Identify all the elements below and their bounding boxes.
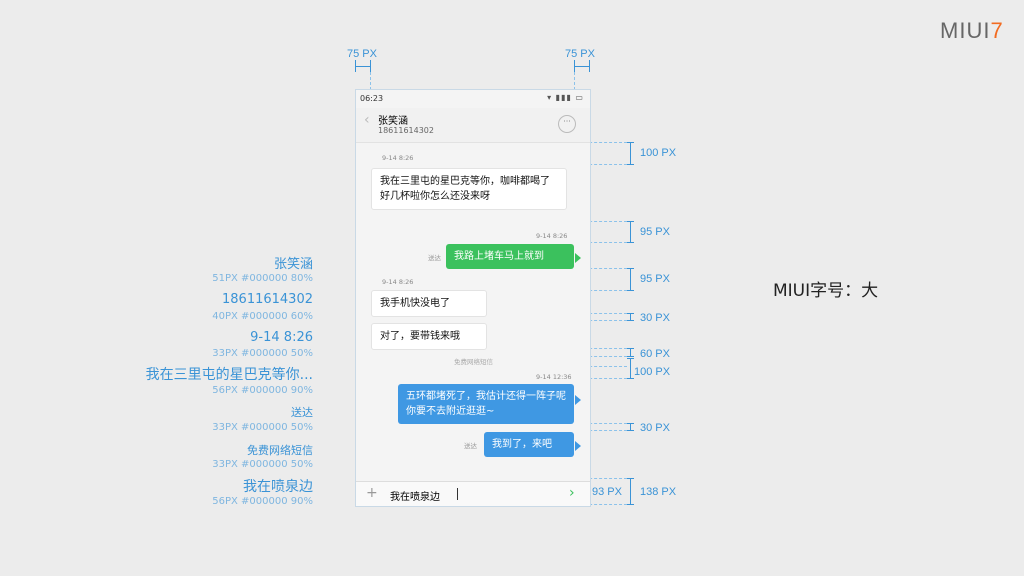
right-margin-line	[574, 66, 590, 67]
timestamp-3: 9-14 8:26	[382, 278, 414, 286]
message-outgoing-1[interactable]: 我路上堵车马上就到	[446, 244, 574, 269]
bubble-tail-blue-2	[575, 441, 581, 451]
back-arrow-icon[interactable]: ‹	[364, 112, 370, 128]
spec-desc-message: 56PX #000000 90%	[212, 385, 313, 396]
bracket-7	[630, 423, 631, 430]
spec-desc-input: 56PX #000000 90%	[212, 496, 313, 507]
bracket-2-top	[627, 221, 634, 222]
phone-screen: 06:23 ▾ ▮▮▮ ▭ ‹ 张笑涵 18611614302 ··· 9-14…	[355, 89, 591, 507]
bracket-9-bottom	[627, 504, 634, 505]
measure-100px-a: 100 PX	[640, 147, 677, 159]
text-caret	[457, 488, 458, 500]
bubble-tail-blue-1	[575, 395, 581, 405]
bracket-7-top	[627, 423, 634, 424]
spec-desc-time: 33PX #000000 50%	[212, 348, 313, 359]
measure-138px: 138 PX	[640, 486, 677, 498]
measure-30px-a: 30 PX	[640, 312, 670, 324]
contact-number: 18611614302	[378, 126, 434, 135]
left-margin-label: 75 PX	[347, 48, 377, 60]
contact-name: 张笑涵	[378, 116, 408, 127]
add-attachment-icon[interactable]: +	[366, 485, 378, 501]
conversation-header: ‹ 张笑涵 18611614302 ···	[356, 108, 590, 143]
message-outgoing-3[interactable]: 我到了，来吧	[484, 432, 574, 457]
bracket-5-top	[627, 348, 634, 349]
bracket-4-bottom	[627, 320, 634, 321]
bracket-4-top	[627, 313, 634, 314]
bracket-4	[630, 313, 631, 320]
timestamp-4: 9-14 12:36	[536, 373, 572, 381]
left-margin-line	[355, 66, 371, 67]
bracket-1-top	[627, 142, 634, 143]
bracket-3	[630, 268, 631, 290]
measure-60px: 60 PX	[640, 348, 670, 360]
status-time: 06:23	[360, 94, 384, 103]
message-input[interactable]: 我在喷泉边	[390, 488, 440, 503]
message-outgoing-2[interactable]: 五环都堵死了，我估计还得一阵子呢你要不去附近逛逛~	[398, 384, 574, 424]
message-incoming-2[interactable]: 我手机快没电了	[371, 290, 487, 317]
status-bar: 06:23 ▾ ▮▮▮ ▭	[356, 90, 590, 108]
bracket-1	[630, 142, 631, 164]
spec-desc-contact: 51PX #000000 80%	[212, 273, 313, 284]
spec-name-contact: 张笑涵	[273, 257, 313, 272]
bracket-9-top	[627, 478, 634, 479]
measure-30px-b: 30 PX	[640, 422, 670, 434]
font-size-hint: MIUI字号：大	[773, 281, 879, 301]
bracket-6-bottom	[627, 378, 634, 379]
spec-name-sent: 送达	[291, 406, 313, 419]
delivered-status-2: 送达	[464, 442, 477, 450]
message-incoming-3[interactable]: 对了，要带钱来哦	[371, 323, 487, 350]
bracket-6	[630, 358, 631, 378]
bracket-2-bottom	[627, 242, 634, 243]
send-arrow-icon[interactable]: ›	[569, 485, 575, 501]
bubble-tail-green	[575, 253, 581, 263]
bracket-1-bottom	[627, 164, 634, 165]
more-options-icon[interactable]: ···	[558, 115, 576, 133]
bracket-9	[630, 478, 631, 504]
measure-95px-b: 95 PX	[640, 273, 670, 285]
right-margin-label: 75 PX	[565, 48, 595, 60]
spec-desc-number: 40PX #000000 60%	[212, 311, 313, 322]
bracket-5-bottom	[627, 356, 634, 357]
measure-95px-a: 95 PX	[640, 226, 670, 238]
spec-name-free-sms: 免费网络短信	[247, 444, 313, 457]
bracket-2	[630, 221, 631, 242]
delivered-status-1: 送达	[428, 254, 441, 262]
measure-100px-b: 100 PX	[634, 366, 671, 378]
timestamp-2: 9-14 8:26	[536, 232, 568, 240]
miui-logo: MIUI7	[940, 18, 1004, 43]
message-incoming-1[interactable]: 我在三里屯的星巴克等你，咖啡都喝了好几杯啦你怎么还没来呀	[371, 168, 567, 210]
status-icons: ▾ ▮▮▮ ▭	[547, 93, 584, 102]
measure-93px: 93 PX	[592, 486, 622, 498]
spec-name-number: 18611614302	[222, 292, 313, 307]
timestamp-1: 9-14 8:26	[382, 154, 414, 162]
spec-name-input: 我在喷泉边	[243, 479, 313, 495]
spec-name-time: 9-14 8:26	[250, 330, 313, 345]
bracket-6-top	[627, 358, 634, 359]
message-input-bar: + 我在喷泉边 ›	[356, 481, 590, 506]
bracket-5	[630, 348, 631, 356]
spec-desc-free-sms: 33PX #000000 50%	[212, 459, 313, 470]
bracket-7-bottom	[627, 430, 634, 431]
bracket-3-bottom	[627, 290, 634, 291]
spec-desc-sent: 33PX #000000 50%	[212, 422, 313, 433]
bracket-3-top	[627, 268, 634, 269]
free-network-sms-label: 免费网络短信	[454, 358, 493, 366]
spec-name-message: 我在三里屯的星巴克等你...	[145, 367, 313, 383]
